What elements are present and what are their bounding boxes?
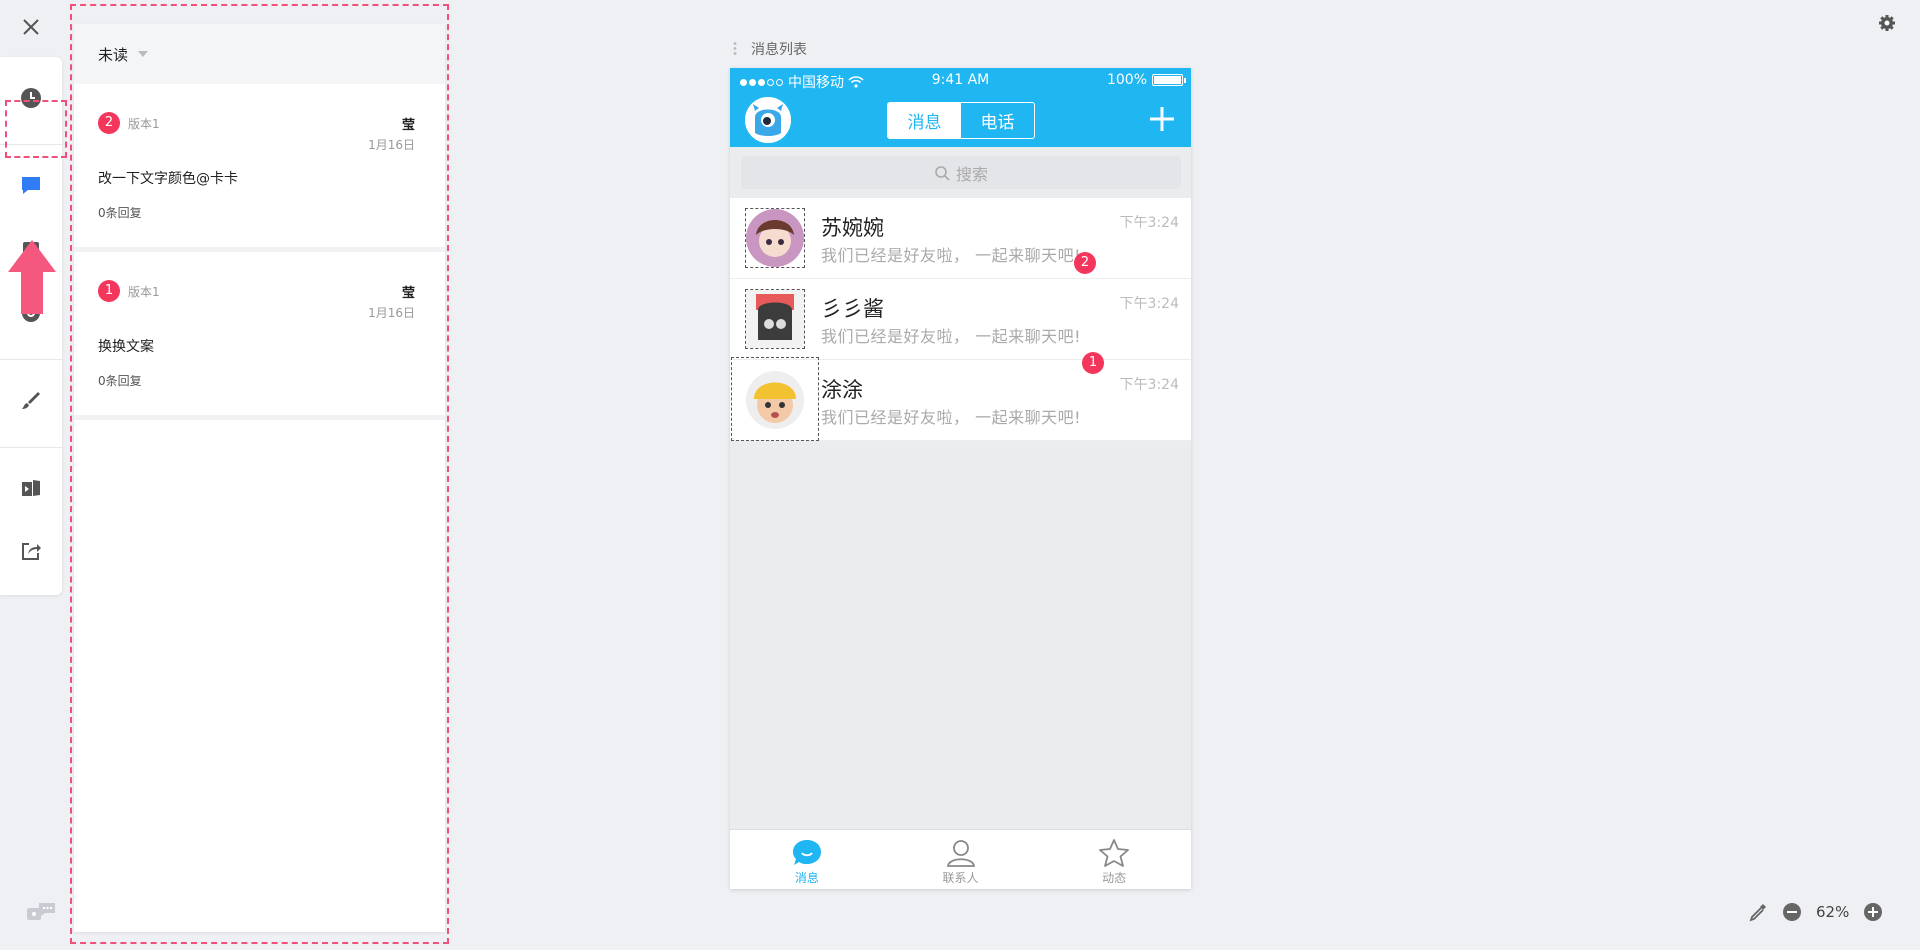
comment-number-badge: 2 [98,112,120,134]
annotation-arrow-icon [8,240,56,314]
comment-card[interactable]: 1 版本1 莹 1月16日 换换文案 0条回复 [74,252,445,420]
plus-icon[interactable] [1147,104,1177,134]
comment-text: 改一下文字颜色@卡卡 [98,171,238,187]
contact-name: 涂涂 [821,378,863,402]
chat-bubble-icon [792,840,821,865]
comment-date: 1月16日 [368,306,415,320]
contact-name: 苏婉婉 [821,216,884,240]
artboard-label: 消息列表 [751,42,807,58]
zoom-in-icon[interactable] [1863,902,1883,922]
tab-label: 动态 [1102,871,1127,885]
chat-list-item[interactable]: 彡彡酱 我们已经是好友啦， 一起来聊天吧! 下午3:24 1 [730,279,1191,374]
feedback-icon[interactable] [27,902,57,926]
message-time: 下午3:24 [1119,377,1179,393]
artboard-title[interactable]: 消息列表 [733,39,807,59]
comment-replies-link[interactable]: 0条回复 [98,372,142,389]
chat-list-item[interactable]: 苏婉婉 我们已经是好友啦， 一起来聊天吧! 下午3:24 2 [730,198,1191,279]
tab-label: 联系人 [942,871,979,885]
tab-calls[interactable]: 电话 [961,103,1034,138]
share-icon [20,540,42,566]
comments-button[interactable] [0,167,62,207]
comment-pin-badge[interactable]: 2 [1074,252,1096,274]
mascot-avatar[interactable] [745,97,791,143]
zoom-out-icon[interactable] [1782,902,1802,922]
comment-filter-dropdown[interactable]: 未读 [74,24,445,84]
star-icon [1099,839,1130,867]
comment-version: 版本1 [128,285,160,299]
last-message: 我们已经是好友啦， 一起来聊天吧! [821,327,1082,346]
last-message: 我们已经是好友啦， 一起来聊天吧! [821,246,1082,265]
chat-list-item[interactable]: 涂涂 我们已经是好友啦， 一起来聊天吧! 下午3:24 [730,357,1191,441]
comment-replies-link[interactable]: 0条回复 [98,204,142,221]
last-message: 我们已经是好友啦， 一起来聊天吧! [821,408,1082,427]
status-bar: 中国移动 9:41 AM 100% [730,68,1191,92]
contact-name: 彡彡酱 [821,297,884,321]
annotation-box [731,357,819,441]
drag-handle-icon [733,41,737,57]
comment-version: 版本1 [128,117,160,131]
settings-icon[interactable] [1878,14,1896,36]
comment-number-badge: 1 [98,280,120,302]
message-time: 下午3:24 [1119,215,1179,231]
battery-percent: 100% [1106,72,1147,88]
zoom-level: 62% [1816,903,1850,921]
tabbar-moments[interactable]: 动态 [1037,830,1191,889]
search-input[interactable]: 搜索 [741,156,1181,189]
annotation-box [745,208,805,268]
chat-list: 苏婉婉 我们已经是好友啦， 一起来聊天吧! 下午3:24 2 彡彡酱 我们已经是… [730,198,1191,441]
comment-text: 换换文案 [98,339,154,355]
caret-down-icon [138,51,149,57]
phone-artboard: 中国移动 9:41 AM 100% 消息 电话 搜索 苏婉婉 我们已经是好友啦，… [730,68,1191,889]
comment-card[interactable]: 2 版本1 莹 1月16日 改一下文字颜色@卡卡 0条回复 [74,84,445,252]
tabbar-contacts[interactable]: 联系人 [884,830,1038,889]
tab-label: 消息 [794,871,819,885]
battery-icon [1152,74,1186,86]
message-time: 下午3:24 [1119,296,1179,312]
brush-icon [20,389,42,415]
bottom-tab-bar: 消息 联系人 动态 [730,829,1191,889]
annotate-button[interactable] [0,382,62,422]
annotation-box [745,289,805,349]
nav-bar: 消息 电话 [730,92,1191,147]
search-icon [935,165,950,181]
comment-date: 1月16日 [368,138,415,152]
comments-panel: 未读 2 版本1 莹 1月16日 改一下文字颜色@卡卡 0条回复 1 版本1 莹… [74,24,445,932]
person-icon [946,840,975,867]
search-placeholder: 搜索 [955,164,988,184]
zoom-controls: 62% [1748,902,1883,922]
tabbar-messages[interactable]: 消息 [730,830,884,889]
close-icon[interactable] [18,14,44,40]
pages-icon [20,477,42,503]
filter-label: 未读 [98,45,129,64]
annotation-highlight-box [5,100,67,158]
tab-messages[interactable]: 消息 [888,103,961,138]
pages-button[interactable] [0,470,62,510]
comment-author: 莹 [401,286,415,301]
comment-author: 莹 [401,118,415,133]
comment-icon [20,174,42,200]
message-call-switch: 消息 电话 [887,102,1035,139]
share-button[interactable] [0,533,62,573]
eyedropper-icon[interactable] [1748,902,1768,922]
